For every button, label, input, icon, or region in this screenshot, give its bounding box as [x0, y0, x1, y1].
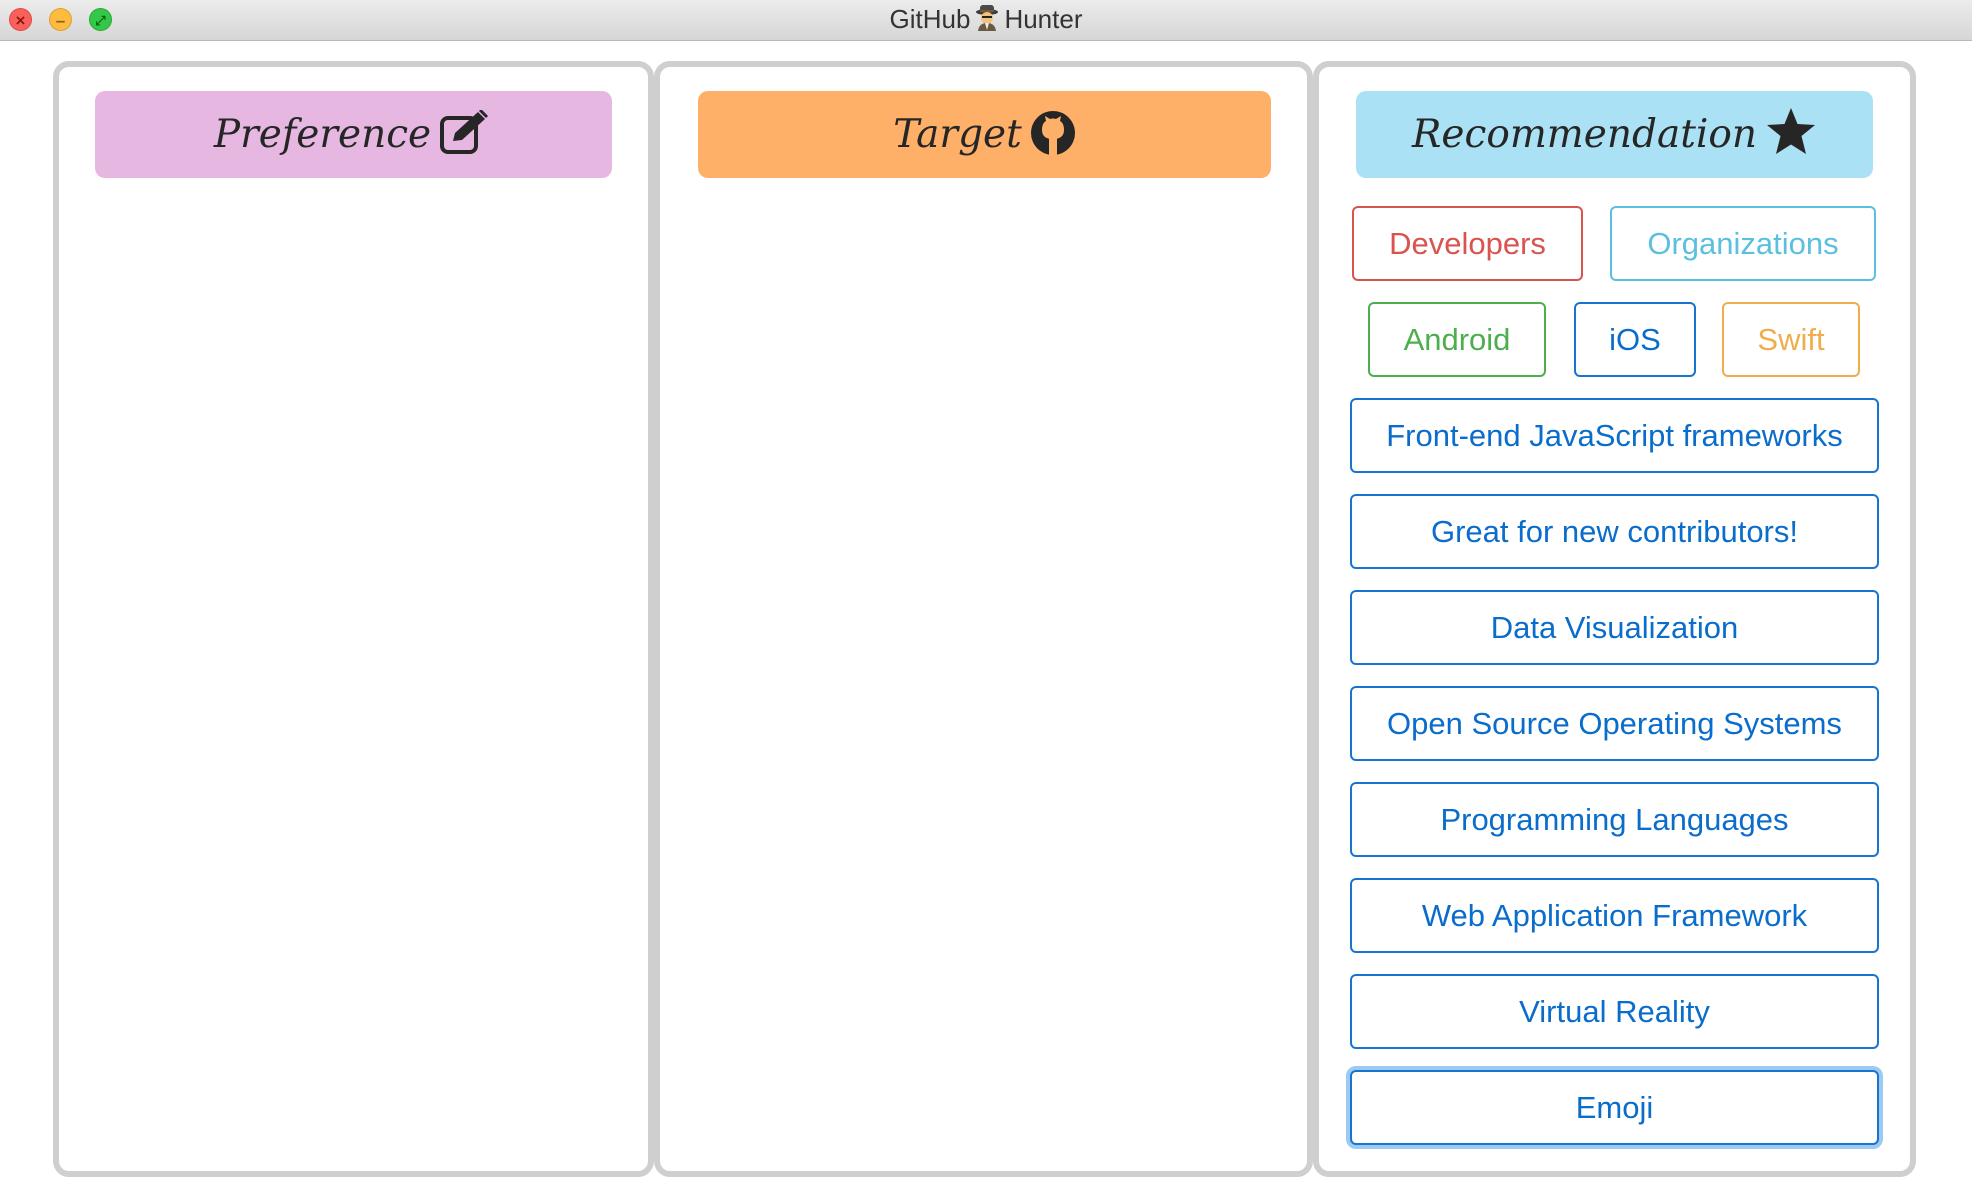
preference-title: Preference: [213, 112, 432, 157]
topic-button-new-contributors[interactable]: Great for new contributors!: [1350, 494, 1879, 569]
window-titlebar: × – ⤢ GitHub Hunter: [0, 0, 1972, 41]
github-octocat-icon: [1030, 111, 1075, 156]
swift-button[interactable]: Swift: [1722, 302, 1860, 377]
developers-button[interactable]: Developers: [1352, 206, 1583, 281]
detective-emoji-icon: [974, 3, 1000, 41]
topic-button-front-end-js[interactable]: Front-end JavaScript frameworks: [1350, 398, 1879, 473]
target-title: Target: [893, 112, 1022, 157]
preference-header: Preference: [95, 91, 612, 178]
ios-button[interactable]: iOS: [1574, 302, 1696, 377]
star-icon: [1766, 108, 1815, 154]
topic-button-web-app-framework[interactable]: Web Application Framework: [1350, 878, 1879, 953]
recommendation-header: Recommendation: [1356, 91, 1873, 178]
window-title-left: GitHub: [889, 4, 971, 34]
preference-panel: Preference: [53, 61, 654, 1177]
window-title: GitHub Hunter: [0, 0, 1972, 38]
topic-button-emoji[interactable]: Emoji: [1350, 1070, 1879, 1145]
topic-button-virtual-reality[interactable]: Virtual Reality: [1350, 974, 1879, 1049]
recommendation-title: Recommendation: [1412, 112, 1757, 157]
edit-icon: [440, 108, 489, 154]
target-panel: Target: [654, 61, 1313, 1177]
target-header: Target: [698, 91, 1271, 178]
organizations-button[interactable]: Organizations: [1610, 206, 1876, 281]
topic-button-operating-systems[interactable]: Open Source Operating Systems: [1350, 686, 1879, 761]
topic-button-data-visualization[interactable]: Data Visualization: [1350, 590, 1879, 665]
topic-button-programming-languages[interactable]: Programming Languages: [1350, 782, 1879, 857]
window-title-right: Hunter: [1004, 4, 1083, 34]
android-button[interactable]: Android: [1368, 302, 1546, 377]
